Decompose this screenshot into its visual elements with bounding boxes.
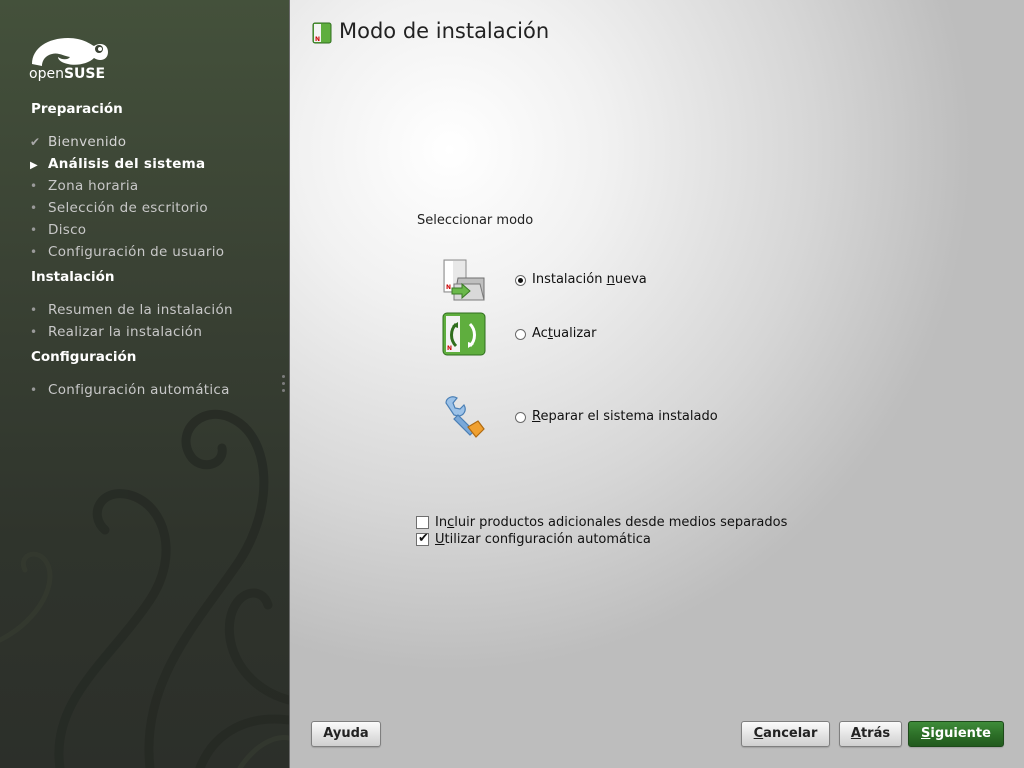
step-analisis-del-sistema: ▶ Análisis del sistema bbox=[30, 155, 205, 173]
include-addons-label[interactable]: Incluir productos adicionales desde medi… bbox=[435, 515, 787, 530]
radio-new-install[interactable] bbox=[515, 275, 526, 286]
radio-repair[interactable] bbox=[515, 412, 526, 423]
step-zona-horaria: • Zona horaria bbox=[30, 177, 138, 195]
checkmark-icon: ✔ bbox=[418, 531, 429, 546]
opensuse-logo: openSUSE bbox=[28, 30, 112, 84]
bullet-icon: • bbox=[30, 245, 38, 259]
step-label: Configuración automática bbox=[48, 382, 230, 398]
step-disco: • Disco bbox=[30, 221, 86, 239]
select-mode-label: Seleccionar modo bbox=[417, 213, 534, 228]
svg-text:N: N bbox=[446, 284, 451, 291]
option-new-install-label[interactable]: Instalación nueva bbox=[532, 272, 647, 287]
svg-text:N: N bbox=[315, 36, 320, 43]
section-title-configuracion: Configuración bbox=[31, 349, 137, 365]
help-button[interactable]: Ayuda bbox=[311, 721, 381, 747]
bullet-icon: • bbox=[30, 303, 38, 317]
step-label: Selección de escritorio bbox=[48, 200, 208, 216]
step-configuracion-automatica: • Configuración automática bbox=[30, 381, 229, 399]
step-label: Bienvenido bbox=[48, 134, 127, 150]
bullet-icon: • bbox=[30, 383, 38, 397]
check-icon: ✔ bbox=[30, 135, 41, 149]
section-title-instalacion: Instalación bbox=[31, 269, 115, 285]
update-icon: N bbox=[442, 312, 486, 356]
svg-text:N: N bbox=[447, 345, 452, 352]
step-seleccion-escritorio: • Selección de escritorio bbox=[30, 199, 208, 217]
logo-wordmark: openSUSE bbox=[29, 66, 106, 82]
bullet-icon: • bbox=[30, 325, 38, 339]
checkbox-auto-config[interactable]: ✔ bbox=[416, 531, 429, 546]
main-content: N Modo de instalación Seleccionar modo N… bbox=[290, 0, 1024, 768]
section-title-preparacion: Preparación bbox=[31, 101, 123, 117]
bullet-icon: • bbox=[30, 223, 38, 237]
installer-sidebar: openSUSE Preparación ✔ Bienvenido ▶ Anál… bbox=[0, 0, 290, 768]
step-realizar-instalacion: • Realizar la instalación bbox=[30, 323, 202, 341]
chameleon-icon bbox=[32, 38, 108, 66]
step-bienvenido: ✔ Bienvenido bbox=[30, 133, 126, 151]
step-configuracion-usuario: • Configuración de usuario bbox=[30, 243, 224, 261]
bullet-icon: • bbox=[30, 179, 38, 193]
next-button[interactable]: Siguiente bbox=[908, 721, 1004, 747]
page-title: Modo de instalación bbox=[339, 19, 550, 43]
option-repair-label[interactable]: Reparar el sistema instalado bbox=[532, 409, 718, 424]
cancel-button[interactable]: Cancelar bbox=[741, 721, 830, 747]
sidebar-resize-handle[interactable] bbox=[282, 375, 286, 395]
step-label: Realizar la instalación bbox=[48, 324, 203, 340]
checkbox-include-addons[interactable] bbox=[416, 516, 429, 529]
radio-update[interactable] bbox=[515, 329, 526, 340]
step-label: Disco bbox=[48, 222, 87, 238]
arrow-right-icon: ▶ bbox=[30, 160, 38, 171]
option-update-label[interactable]: Actualizar bbox=[532, 326, 597, 341]
step-label: Configuración de usuario bbox=[48, 244, 225, 260]
new-install-icon: N bbox=[443, 259, 485, 301]
step-resumen-instalacion: • Resumen de la instalación bbox=[30, 301, 233, 319]
back-button[interactable]: Atrás bbox=[839, 721, 902, 747]
step-label: Análisis del sistema bbox=[48, 156, 206, 172]
step-label: Zona horaria bbox=[48, 178, 139, 194]
repair-wrench-icon bbox=[445, 396, 485, 438]
auto-config-label[interactable]: Utilizar configuración automática bbox=[435, 532, 651, 547]
bullet-icon: • bbox=[30, 201, 38, 215]
installation-mode-icon: N bbox=[312, 22, 332, 44]
step-label: Resumen de la instalación bbox=[48, 302, 233, 318]
